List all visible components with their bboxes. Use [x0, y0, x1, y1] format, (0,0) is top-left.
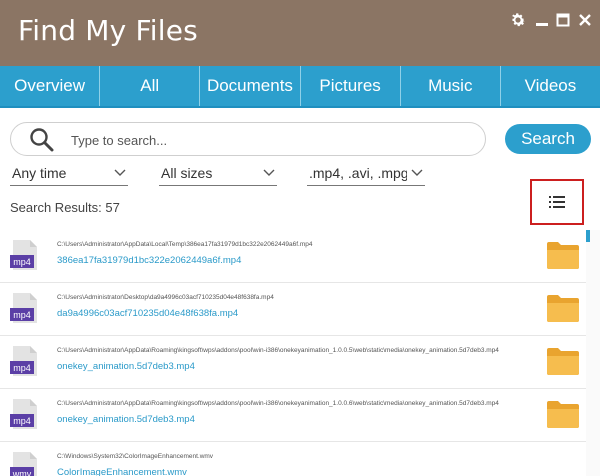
scrollbar-thumb[interactable]	[586, 230, 590, 242]
maximize-icon[interactable]	[553, 10, 573, 30]
category-tabs: Overview All Documents Pictures Music Vi…	[0, 66, 600, 106]
file-path: C:\Users\Administrator\AppData\Roaming\k…	[57, 347, 499, 354]
file-name-link[interactable]: ColorImageEnhancement.wmv	[57, 467, 187, 476]
results-label: Search Results:	[10, 200, 102, 215]
file-name-link[interactable]: onekey_animation.5d7deb3.mp4	[57, 361, 195, 372]
type-filter-dropdown[interactable]: .mp4, .avi, .mpg, .m	[307, 164, 425, 186]
results-list: mp4 C:\Users\Administrator\AppData\Local…	[0, 230, 586, 476]
gear-icon[interactable]	[508, 10, 528, 30]
close-icon[interactable]	[575, 10, 595, 30]
list-item[interactable]: mp4 C:\Users\Administrator\Desktop\da9a4…	[0, 283, 586, 336]
results-number: 57	[105, 200, 120, 215]
app-title: Find My Files	[18, 14, 198, 47]
list-item[interactable]: mp4 C:\Users\Administrator\AppData\Roami…	[0, 389, 586, 442]
tab-music[interactable]: Music	[401, 66, 501, 106]
file-type-badge: mp4	[10, 414, 34, 427]
type-filter-value: .mp4, .avi, .mpg, .m	[309, 165, 407, 181]
time-filter-value: Any time	[12, 165, 67, 181]
size-filter-dropdown[interactable]: All sizes	[159, 164, 277, 186]
list-item[interactable]: mp4 C:\Users\Administrator\AppData\Local…	[0, 230, 586, 283]
size-filter-value: All sizes	[161, 165, 213, 181]
file-type-badge: wmv	[10, 467, 34, 476]
tab-videos[interactable]: Videos	[500, 66, 600, 106]
file-path: C:\Windows\System32\ColorImageEnhancemen…	[57, 453, 214, 460]
list-icon	[549, 196, 565, 208]
search-input[interactable]	[71, 128, 471, 152]
search-box	[10, 122, 486, 156]
chevron-down-icon	[411, 169, 423, 176]
file-path: C:\Users\Administrator\AppData\Roaming\k…	[57, 400, 499, 407]
search-icon	[29, 127, 55, 153]
title-bar: Find My Files	[0, 0, 600, 66]
tab-overview[interactable]: Overview	[0, 66, 101, 106]
file-type-badge: mp4	[10, 361, 34, 374]
file-name-link[interactable]: da9a4996c03acf710235d04e48f638fa.mp4	[57, 308, 238, 319]
tab-pictures[interactable]: Pictures	[301, 66, 401, 106]
list-item[interactable]: mp4 C:\Users\Administrator\AppData\Roami…	[0, 336, 586, 389]
file-path: C:\Users\Administrator\AppData\Local\Tem…	[57, 241, 313, 248]
folder-icon[interactable]	[546, 240, 580, 270]
chevron-down-icon	[263, 169, 275, 176]
search-button[interactable]: Search	[505, 124, 591, 154]
results-count: Search Results: 57	[10, 200, 120, 215]
scrollbar[interactable]	[586, 230, 600, 476]
tabs-divider	[0, 106, 600, 108]
file-type-badge: mp4	[10, 308, 34, 321]
file-type-badge: mp4	[10, 255, 34, 268]
list-item[interactable]: wmv C:\Windows\System32\ColorImageEnhanc…	[0, 442, 586, 476]
folder-icon[interactable]	[546, 293, 580, 323]
file-name-link[interactable]: onekey_animation.5d7deb3.mp4	[57, 414, 195, 425]
file-name-link[interactable]: 386ea17fa31979d1bc322e2062449a6f.mp4	[57, 255, 241, 266]
folder-icon[interactable]	[546, 399, 580, 429]
tab-all[interactable]: All	[100, 66, 201, 106]
list-view-button[interactable]	[530, 179, 584, 225]
file-path: C:\Users\Administrator\Desktop\da9a4996c…	[57, 294, 274, 301]
tab-documents[interactable]: Documents	[200, 66, 301, 106]
chevron-down-icon	[114, 169, 126, 176]
folder-icon[interactable]	[546, 346, 580, 376]
minimize-icon[interactable]	[532, 10, 552, 30]
time-filter-dropdown[interactable]: Any time	[10, 164, 128, 186]
